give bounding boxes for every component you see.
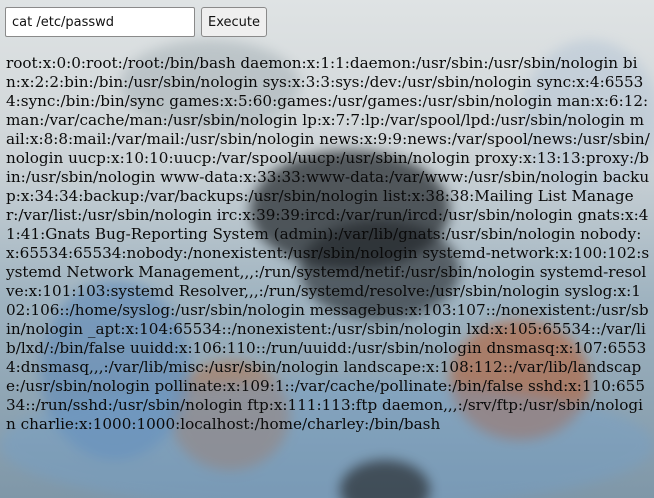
- command-output: root:x:0:0:root:/root:/bin/bash daemon:x…: [6, 54, 650, 433]
- command-toolbar: Execute: [5, 7, 267, 37]
- execute-button[interactable]: Execute: [201, 7, 267, 37]
- command-input[interactable]: [5, 7, 195, 37]
